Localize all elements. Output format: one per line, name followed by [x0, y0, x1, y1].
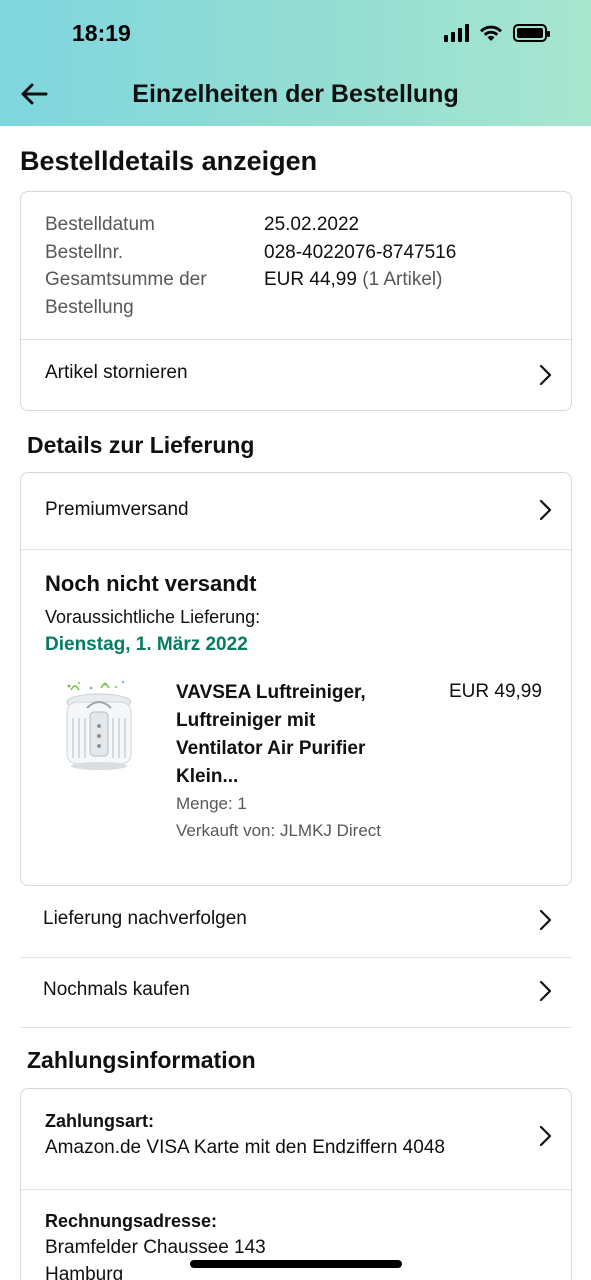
status-time: 18:19 [72, 20, 131, 46]
page-title: Einzelheiten der Bestellung [132, 80, 459, 108]
app-header: 18:19 Einzelheiten der Bestellung [0, 0, 591, 126]
shipping-method-label: Premiumversand [45, 499, 189, 520]
cancel-items-row[interactable]: Artikel stornieren [21, 340, 571, 410]
order-date-label: Bestelldatum [45, 214, 155, 235]
home-indicator [190, 1260, 402, 1268]
divider [21, 1189, 571, 1190]
chevron-right-icon [539, 1125, 552, 1147]
chevron-right-icon [539, 980, 552, 1002]
divider [21, 549, 571, 550]
order-total-label-cont: Bestellung [45, 297, 134, 318]
order-number-value: 028-4022076-8747516 [264, 242, 457, 263]
product-title-line: VAVSEA Luftreiniger, [176, 682, 366, 703]
product-title-line: Luftreiniger mit [176, 710, 316, 731]
order-total-amount: EUR 44,99 [264, 269, 357, 290]
chevron-right-icon [539, 499, 552, 521]
track-delivery-label: Lieferung nachverfolgen [43, 908, 247, 929]
order-total-value: EUR 44,99 (1 Artikel) [264, 269, 442, 291]
product-price: EUR 49,99 [449, 681, 542, 702]
payment-card: Zahlungsart: Amazon.de VISA Karte mit de… [20, 1088, 572, 1280]
product-image[interactable] [61, 678, 137, 778]
payment-heading: Zahlungsinformation [27, 1047, 256, 1073]
status-icons [444, 24, 550, 42]
order-number-label: Bestellnr. [45, 242, 124, 263]
billing-address-label: Rechnungsadresse: [45, 1211, 218, 1231]
expected-delivery-label: Voraussichtliche Lieferung: [45, 607, 261, 627]
signal-icon [444, 24, 469, 42]
payment-method-label: Zahlungsart: [45, 1111, 155, 1131]
billing-street: Bramfelder Chaussee 143 [45, 1237, 266, 1258]
order-item-count: (1 Artikel) [362, 269, 443, 290]
shipping-method-row[interactable]: Premiumversand [21, 473, 571, 549]
order-date-value: 25.02.2022 [264, 214, 360, 235]
chevron-right-icon [539, 909, 552, 931]
chevron-right-icon [539, 364, 552, 386]
order-total-label: Gesamtsumme der [45, 269, 207, 290]
delivery-heading: Details zur Lieferung [27, 432, 255, 458]
order-details-heading: Bestelldetails anzeigen [20, 146, 318, 176]
buy-again-row[interactable]: Nochmals kaufen [20, 958, 572, 1028]
wifi-icon [480, 25, 502, 41]
payment-method-value: Amazon.de VISA Karte mit den Endziffern … [45, 1137, 445, 1158]
order-summary-card: Bestelldatum 25.02.2022 Bestellnr. 028-4… [20, 191, 572, 411]
product-quantity: Menge: 1 [176, 794, 247, 813]
buy-again-label: Nochmals kaufen [43, 979, 190, 1000]
divider [20, 1027, 572, 1028]
billing-city: Hamburg [45, 1264, 124, 1280]
expected-delivery-date: Dienstag, 1. März 2022 [45, 634, 248, 655]
payment-method-row[interactable]: Zahlungsart: Amazon.de VISA Karte mit de… [21, 1089, 571, 1189]
product-title[interactable]: VAVSEA Luftreiniger, Luftreiniger mit Ve… [176, 679, 426, 791]
product-seller: Verkauft von: JLMKJ Direct [176, 821, 382, 840]
delivery-card: Premiumversand Noch nicht versandt Vorau… [20, 472, 572, 886]
cancel-items-label: Artikel stornieren [45, 362, 188, 383]
track-delivery-row[interactable]: Lieferung nachverfolgen [20, 887, 572, 957]
product-title-line: Ventilator Air Purifier [176, 738, 366, 759]
shipment-status: Noch nicht versandt [45, 571, 257, 596]
product-title-line: Klein... [176, 766, 239, 787]
battery-icon [513, 24, 550, 42]
